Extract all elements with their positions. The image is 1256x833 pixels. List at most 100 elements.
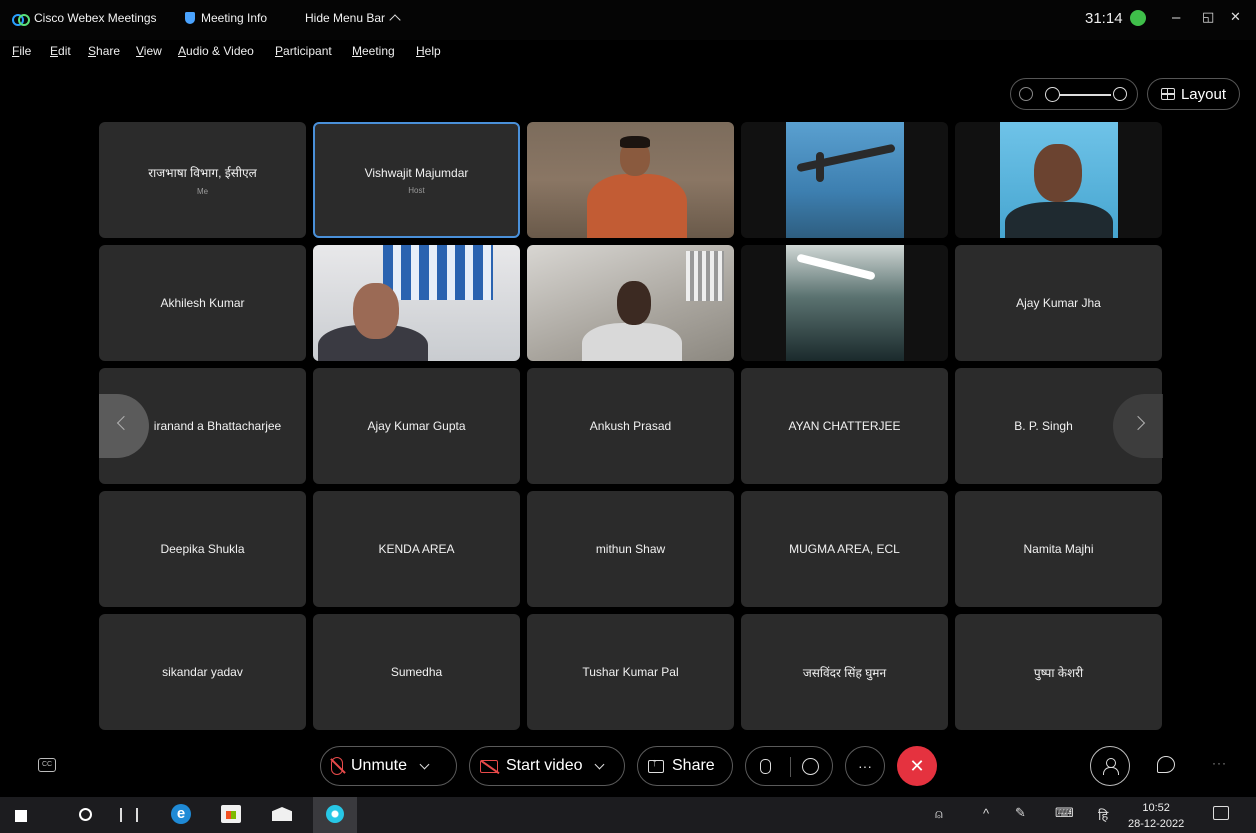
- meeting-info-label: Meeting Info: [201, 11, 268, 25]
- zoom-thumb[interactable]: [1045, 87, 1060, 102]
- chevron-down-icon[interactable]: [419, 759, 430, 769]
- hide-menu-label: Hide Menu Bar: [305, 11, 386, 25]
- menu-audio-video[interactable]: Audio & Video: [178, 44, 254, 58]
- participant-name: Sumedha: [390, 665, 443, 679]
- participant-name: Ankush Prasad: [589, 419, 672, 433]
- participant-tile[interactable]: sikandar yadav: [99, 614, 306, 730]
- reactions-icon[interactable]: [802, 758, 819, 775]
- participant-role: Host: [408, 185, 425, 195]
- video-feed: [786, 122, 904, 238]
- menu-share[interactable]: Share: [88, 44, 120, 58]
- participant-video-tile[interactable]: [313, 245, 520, 361]
- search-icon[interactable]: [79, 808, 92, 821]
- unmute-button[interactable]: Unmute: [320, 746, 457, 786]
- zoom-out-icon[interactable]: [1019, 87, 1033, 101]
- participant-tile[interactable]: Sumedha: [313, 614, 520, 730]
- menu-meeting[interactable]: Meeting: [352, 44, 395, 58]
- participants-icon: [1103, 758, 1119, 775]
- menu-help[interactable]: Help: [416, 44, 441, 58]
- participant-video-tile[interactable]: [527, 245, 734, 361]
- closed-captions-icon[interactable]: CC: [38, 758, 56, 772]
- participant-tile[interactable]: KENDA AREA: [313, 491, 520, 607]
- participant-name: राजभाषा विभाग, ईसीएल: [148, 166, 257, 180]
- video-feed: [1000, 122, 1118, 238]
- app-title: Cisco Webex Meetings: [12, 11, 157, 26]
- participant-name: MUGMA AREA, ECL: [789, 542, 900, 556]
- raise-hand-icon[interactable]: [760, 759, 771, 774]
- keyboard-icon[interactable]: ⌨: [1055, 805, 1074, 821]
- participant-tile[interactable]: Akhilesh Kumar: [99, 245, 306, 361]
- menu-file[interactable]: File: [12, 44, 31, 58]
- minimize-button[interactable]: –: [1172, 9, 1180, 26]
- participants-button[interactable]: [1090, 746, 1130, 786]
- meeting-info-button[interactable]: Meeting Info: [185, 11, 267, 25]
- share-screen-icon: [648, 757, 664, 773]
- participant-tile[interactable]: Ajay Kumar Gupta: [313, 368, 520, 484]
- reactions-group: [745, 746, 833, 786]
- share-button[interactable]: Share: [637, 746, 733, 786]
- edge-browser-icon[interactable]: e: [171, 804, 191, 824]
- participant-tile[interactable]: जसविंदर सिंह घुमन: [741, 614, 948, 730]
- participant-tile[interactable]: पुष्पा केशरी: [955, 614, 1162, 730]
- zoom-track[interactable]: [1055, 94, 1111, 96]
- panel-more-icon[interactable]: ···: [1212, 756, 1227, 770]
- unmute-label: Unmute: [351, 757, 408, 774]
- start-video-button[interactable]: Start video: [469, 746, 625, 786]
- video-feed: [313, 245, 520, 361]
- restore-button[interactable]: ◱: [1202, 9, 1214, 25]
- participant-name: जसविंदर सिंह घुमन: [802, 665, 887, 680]
- participant-video-tile[interactable]: [741, 245, 948, 361]
- participant-name: Ajay Kumar Gupta: [367, 419, 466, 433]
- windows-start-icon[interactable]: [15, 810, 27, 822]
- layout-button[interactable]: Layout: [1147, 78, 1240, 110]
- start-video-label: Start video: [506, 757, 583, 774]
- end-call-button[interactable]: ✕: [897, 746, 937, 786]
- participant-video-tile[interactable]: [527, 122, 734, 238]
- participant-name: KENDA AREA: [378, 542, 455, 556]
- participant-tile[interactable]: Ankush Prasad: [527, 368, 734, 484]
- webex-taskbar-icon[interactable]: [313, 797, 357, 833]
- pen-icon[interactable]: ✎: [1015, 805, 1026, 821]
- system-clock[interactable]: 10:52 28-12-2022: [1128, 800, 1184, 832]
- participant-name: mithun Shaw: [595, 542, 666, 556]
- participant-tile-host[interactable]: Vishwajit Majumdar Host: [313, 122, 520, 238]
- menu-participant[interactable]: Participant: [275, 44, 332, 58]
- zoom-in-icon[interactable]: [1113, 87, 1127, 101]
- more-options-button[interactable]: ···: [845, 746, 885, 786]
- chevron-up-tray-icon[interactable]: ^: [983, 806, 989, 821]
- grid-layout-icon: [1160, 88, 1175, 100]
- share-label: Share: [672, 757, 715, 774]
- participant-tile[interactable]: Ajay Kumar Jha: [955, 245, 1162, 361]
- participant-tile[interactable]: Tushar Kumar Pal: [527, 614, 734, 730]
- participant-tile[interactable]: Namita Majhi: [955, 491, 1162, 607]
- participant-name: Vishwajit Majumdar: [364, 165, 469, 180]
- participant-video-tile[interactable]: [955, 122, 1162, 238]
- chevron-down-icon[interactable]: [595, 759, 605, 769]
- chevron-left-icon: [116, 415, 132, 431]
- participant-tile[interactable]: MUGMA AREA, ECL: [741, 491, 948, 607]
- menu-edit[interactable]: Edit: [50, 44, 71, 58]
- hide-menu-bar-button[interactable]: Hide Menu Bar: [305, 11, 401, 26]
- participant-video-tile[interactable]: [741, 122, 948, 238]
- participant-tile-me[interactable]: राजभाषा विभाग, ईसीएल Me: [99, 122, 306, 238]
- notifications-icon[interactable]: [1213, 806, 1229, 820]
- close-window-button[interactable]: ✕: [1230, 9, 1241, 25]
- task-view-icon[interactable]: [120, 808, 138, 822]
- people-tray-icon[interactable]: ⍝: [935, 806, 943, 822]
- participant-name: Akhilesh Kumar: [160, 296, 245, 310]
- participant-tile[interactable]: Deepika Shukla: [99, 491, 306, 607]
- menu-view[interactable]: View: [136, 44, 162, 58]
- participant-tile[interactable]: AYAN CHATTERJEE: [741, 368, 948, 484]
- chat-icon[interactable]: [1157, 756, 1175, 773]
- zoom-slider[interactable]: [1010, 78, 1138, 110]
- language-indicator[interactable]: हि: [1098, 806, 1108, 824]
- participant-name: Tushar Kumar Pal: [582, 665, 679, 679]
- participant-tile[interactable]: mithun Shaw: [527, 491, 734, 607]
- video-feed: [527, 245, 734, 361]
- store-icon[interactable]: [221, 805, 241, 823]
- connection-signal-icon[interactable]: [1130, 10, 1146, 26]
- participant-name: Ajay Kumar Jha: [1016, 296, 1101, 310]
- title-bar: Cisco Webex Meetings Meeting Info Hide M…: [0, 0, 1256, 40]
- participant-name: AYAN CHATTERJEE: [788, 419, 901, 433]
- layout-label: Layout: [1180, 85, 1227, 103]
